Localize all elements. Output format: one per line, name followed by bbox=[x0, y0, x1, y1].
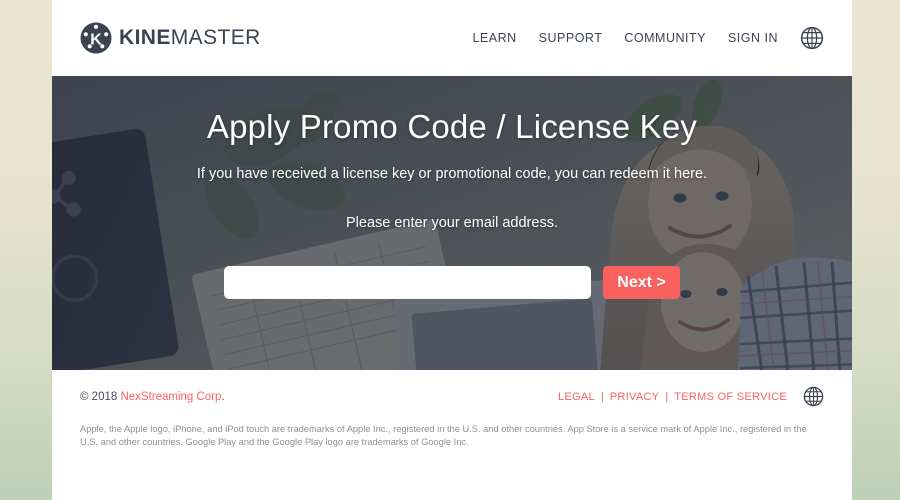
kinemaster-logo-icon: K bbox=[80, 22, 112, 54]
hero-content: Apply Promo Code / License Key If you ha… bbox=[52, 76, 852, 370]
nav-item-sign-in[interactable]: SIGN IN bbox=[728, 31, 778, 45]
main-navigation: LEARN SUPPORT COMMUNITY SIGN IN bbox=[472, 26, 824, 50]
nav-item-learn[interactable]: LEARN bbox=[472, 31, 516, 45]
footer-link-terms-of-service[interactable]: TERMS OF SERVICE bbox=[674, 391, 787, 403]
nav-item-community[interactable]: COMMUNITY bbox=[624, 31, 706, 45]
promo-code-form: Next > bbox=[224, 266, 680, 299]
footer-links: LEGAL | PRIVACY | TERMS OF SERVICE bbox=[558, 386, 824, 407]
footer-link-privacy[interactable]: PRIVACY bbox=[610, 391, 660, 403]
site-header: K KINEMASTER LEARN SUPPORT COMMUNITY SIG… bbox=[52, 0, 852, 76]
footer-link-legal[interactable]: LEGAL bbox=[558, 391, 595, 403]
globe-icon[interactable] bbox=[803, 386, 824, 407]
copyright-suffix: . bbox=[221, 390, 225, 403]
hero-section: Apply Promo Code / License Key If you ha… bbox=[52, 76, 852, 370]
site-footer: © 2018 NexStreaming Corp. LEGAL | PRIVAC… bbox=[52, 370, 852, 450]
legal-disclaimer: Apple, the Apple logo, iPhone, and iPod … bbox=[80, 424, 807, 448]
nav-item-support[interactable]: SUPPORT bbox=[539, 31, 603, 45]
globe-icon[interactable] bbox=[800, 26, 824, 50]
footer-separator-1: | bbox=[600, 390, 604, 403]
footer-top-row: © 2018 NexStreaming Corp. LEGAL | PRIVAC… bbox=[80, 386, 824, 407]
copyright-prefix: © 2018 bbox=[80, 390, 121, 403]
page-container: K KINEMASTER LEARN SUPPORT COMMUNITY SIG… bbox=[52, 0, 852, 500]
svg-text:K: K bbox=[90, 32, 102, 49]
hero-prompt: Please enter your email address. bbox=[346, 215, 558, 231]
kinemaster-logo-text: KINEMASTER bbox=[119, 26, 261, 50]
footer-separator-2: | bbox=[665, 390, 669, 403]
hero-subtitle: If you have received a license key or pr… bbox=[196, 166, 708, 182]
kinemaster-logo[interactable]: K KINEMASTER bbox=[80, 22, 261, 54]
page-title: Apply Promo Code / License Key bbox=[206, 108, 698, 145]
logo-text-master: MASTER bbox=[170, 26, 261, 49]
email-input[interactable] bbox=[224, 266, 592, 299]
copyright-notice: © 2018 NexStreaming Corp. bbox=[80, 391, 225, 403]
nexstreaming-link[interactable]: NexStreaming Corp bbox=[120, 391, 221, 403]
logo-text-kine: KINE bbox=[119, 26, 171, 49]
next-button[interactable]: Next > bbox=[603, 266, 680, 299]
